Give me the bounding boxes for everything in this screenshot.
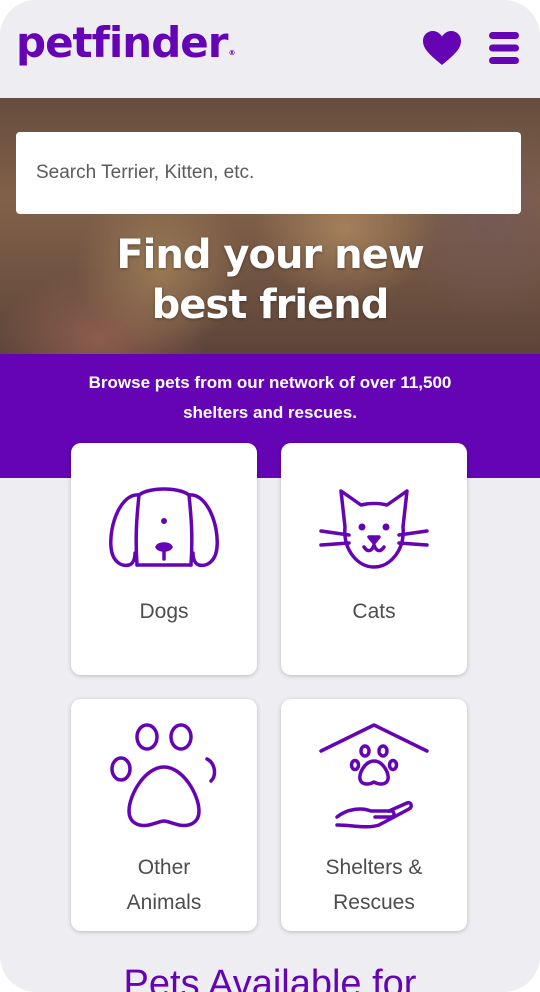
header: petfinder® xyxy=(0,0,540,98)
section-heading: Pets Available for xyxy=(123,963,417,992)
category-label-cats: Cats xyxy=(281,594,467,629)
category-card-cats[interactable]: Cats xyxy=(281,443,467,675)
heart-icon xyxy=(423,31,461,65)
app-frame: petfinder® Find your new best friend Bro… xyxy=(0,0,540,992)
network-description: Browse pets from our network of over 11,… xyxy=(40,368,500,428)
hero-title-line2: best friend xyxy=(151,282,390,328)
cat-icon xyxy=(319,489,429,569)
category-label-line: Rescues xyxy=(333,891,415,914)
hero-title-line1: Find your new xyxy=(116,232,424,278)
category-label-dogs: Dogs xyxy=(71,594,257,629)
category-card-shelters-rescues[interactable]: Shelters & Rescues xyxy=(281,699,467,931)
network-line1: Browse pets from our network of over 11,… xyxy=(88,373,452,392)
category-label-line: Other xyxy=(137,856,191,879)
network-line2: shelters and rescues. xyxy=(183,403,357,422)
search-input[interactable] xyxy=(34,152,508,194)
petfinder-logo[interactable]: petfinder® xyxy=(16,18,235,67)
menu-button[interactable] xyxy=(487,30,521,66)
category-label-line: Shelters & xyxy=(325,856,423,879)
category-card-dogs[interactable]: Dogs xyxy=(71,443,257,675)
search-box[interactable] xyxy=(16,132,521,214)
category-label-line: Animals xyxy=(126,891,202,914)
hero-banner: Find your new best friend xyxy=(0,98,540,354)
category-card-other-animals[interactable]: Other Animals xyxy=(71,699,257,931)
registered-mark: ® xyxy=(228,49,235,57)
category-label-shelters-rescues: Shelters & Rescues xyxy=(281,850,467,920)
favorites-button[interactable] xyxy=(422,30,462,68)
paw-icon xyxy=(110,723,217,828)
logo-text: petfinder xyxy=(16,18,228,67)
category-label-line: Dogs xyxy=(139,600,189,623)
category-label-other-animals: Other Animals xyxy=(71,850,257,920)
dog-icon xyxy=(109,487,219,568)
hamburger-menu-icon xyxy=(489,32,519,64)
hero-title: Find your new best friend xyxy=(0,230,540,330)
category-label-line: Cats xyxy=(352,600,396,623)
shelter-icon xyxy=(319,723,429,829)
